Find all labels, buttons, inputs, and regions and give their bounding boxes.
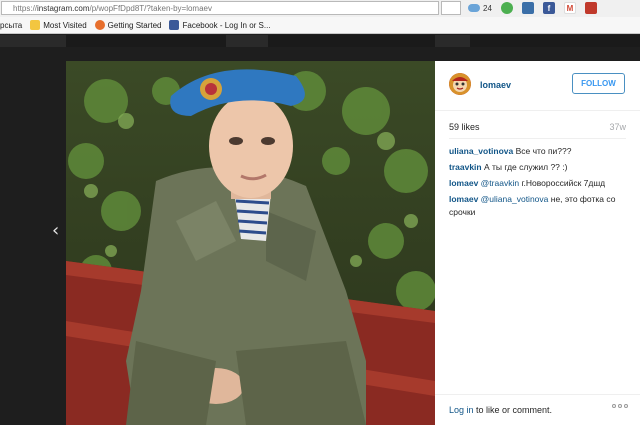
post-age[interactable]: 37w bbox=[609, 122, 626, 132]
divider bbox=[449, 138, 626, 139]
search-input[interactable] bbox=[441, 1, 461, 15]
star-icon bbox=[30, 20, 41, 30]
url-path: /p/wopFfDpd8T/?taken-by=lomaev bbox=[89, 3, 212, 13]
avatar[interactable] bbox=[449, 73, 471, 95]
red-addon-icon[interactable] bbox=[584, 2, 597, 14]
comment-text: А ты где служил ?? :) bbox=[483, 162, 568, 172]
comment-item: lomaev @traavkin г.Новороссийск 7дшд bbox=[449, 177, 629, 190]
comment-author[interactable]: uliana_votinova bbox=[449, 146, 513, 156]
bookmark-label: Getting Started bbox=[107, 20, 162, 30]
comment-item: traavkin А ты где служил ?? :) bbox=[449, 161, 629, 174]
bookmark-item[interactable]: Most Visited bbox=[30, 20, 87, 30]
post-sidebar: lomaev FOLLOW 59 likes 37w uliana_votino… bbox=[435, 61, 640, 425]
facebook-icon[interactable]: f bbox=[542, 2, 555, 14]
comment-text: Все что пи??? bbox=[515, 146, 572, 156]
facebook-icon bbox=[169, 20, 180, 30]
thumbnail-strip bbox=[66, 35, 226, 47]
comment-author[interactable]: lomaev bbox=[449, 178, 478, 188]
browser-toolbar: https:// instagram.com /p/wopFfDpd8T/?ta… bbox=[0, 0, 640, 17]
toolbar-icons: 24 f M bbox=[468, 2, 597, 14]
more-options-icon[interactable] bbox=[612, 404, 628, 408]
comment-mention[interactable]: @uliana_votinova bbox=[481, 194, 549, 204]
url-host: instagram.com bbox=[37, 3, 90, 13]
comment-mention[interactable]: @traavkin bbox=[481, 178, 519, 188]
login-prompt-text: to like or comment. bbox=[473, 405, 553, 415]
bookmark-item[interactable]: Facebook - Log In or S... bbox=[169, 20, 271, 30]
post-header: lomaev FOLLOW bbox=[435, 61, 640, 111]
thumbnail-strip bbox=[268, 35, 435, 47]
weather-icon bbox=[468, 4, 480, 12]
bookmark-item[interactable]: Getting Started bbox=[94, 20, 162, 30]
login-link[interactable]: Log in bbox=[449, 405, 474, 415]
follow-button[interactable]: FOLLOW bbox=[572, 73, 625, 94]
bookmark-label: рсыта bbox=[0, 20, 23, 30]
bookmark-label: Facebook - Log In or S... bbox=[182, 20, 271, 30]
weather-widget[interactable]: 24 bbox=[468, 4, 492, 13]
avatar-icon bbox=[449, 73, 471, 95]
url-bar[interactable]: https:// instagram.com /p/wopFfDpd8T/?ta… bbox=[1, 1, 439, 15]
url-scheme: https:// bbox=[13, 3, 38, 13]
likes-count[interactable]: 59 likes bbox=[449, 122, 480, 132]
bookmark-label: Most Visited bbox=[43, 20, 87, 30]
firefox-icon bbox=[94, 20, 105, 30]
weather-temp: 24 bbox=[483, 3, 492, 13]
post-username[interactable]: lomaev bbox=[480, 80, 511, 90]
comment-author[interactable]: lomaev bbox=[449, 194, 478, 204]
bookmark-item[interactable]: рсыта bbox=[0, 21, 22, 30]
bookmarks-bar: рсыта Most Visited Getting Started Faceb… bbox=[0, 17, 640, 34]
comment-text: г.Новороссийск 7дшд bbox=[521, 178, 606, 188]
login-prompt: Log in to like or comment. bbox=[449, 405, 552, 415]
post-footer: Log in to like or comment. bbox=[435, 394, 640, 425]
green-addon-icon[interactable] bbox=[500, 2, 513, 14]
gmail-icon[interactable]: M bbox=[563, 2, 576, 14]
post-photo bbox=[66, 61, 435, 425]
thumbnail-strip bbox=[470, 35, 640, 47]
comments-list: uliana_votinova Все что пи??? traavkin А… bbox=[449, 145, 629, 222]
comment-author[interactable]: traavkin bbox=[449, 162, 482, 172]
chevron-left-icon[interactable]: ‹ bbox=[52, 220, 59, 241]
comment-item: lomaev @uliana_votinova не, это фотка со… bbox=[449, 193, 629, 219]
comment-item: uliana_votinova Все что пи??? bbox=[449, 145, 629, 158]
photo-illustration bbox=[66, 61, 435, 425]
chrome-addon-icon[interactable] bbox=[521, 2, 534, 14]
